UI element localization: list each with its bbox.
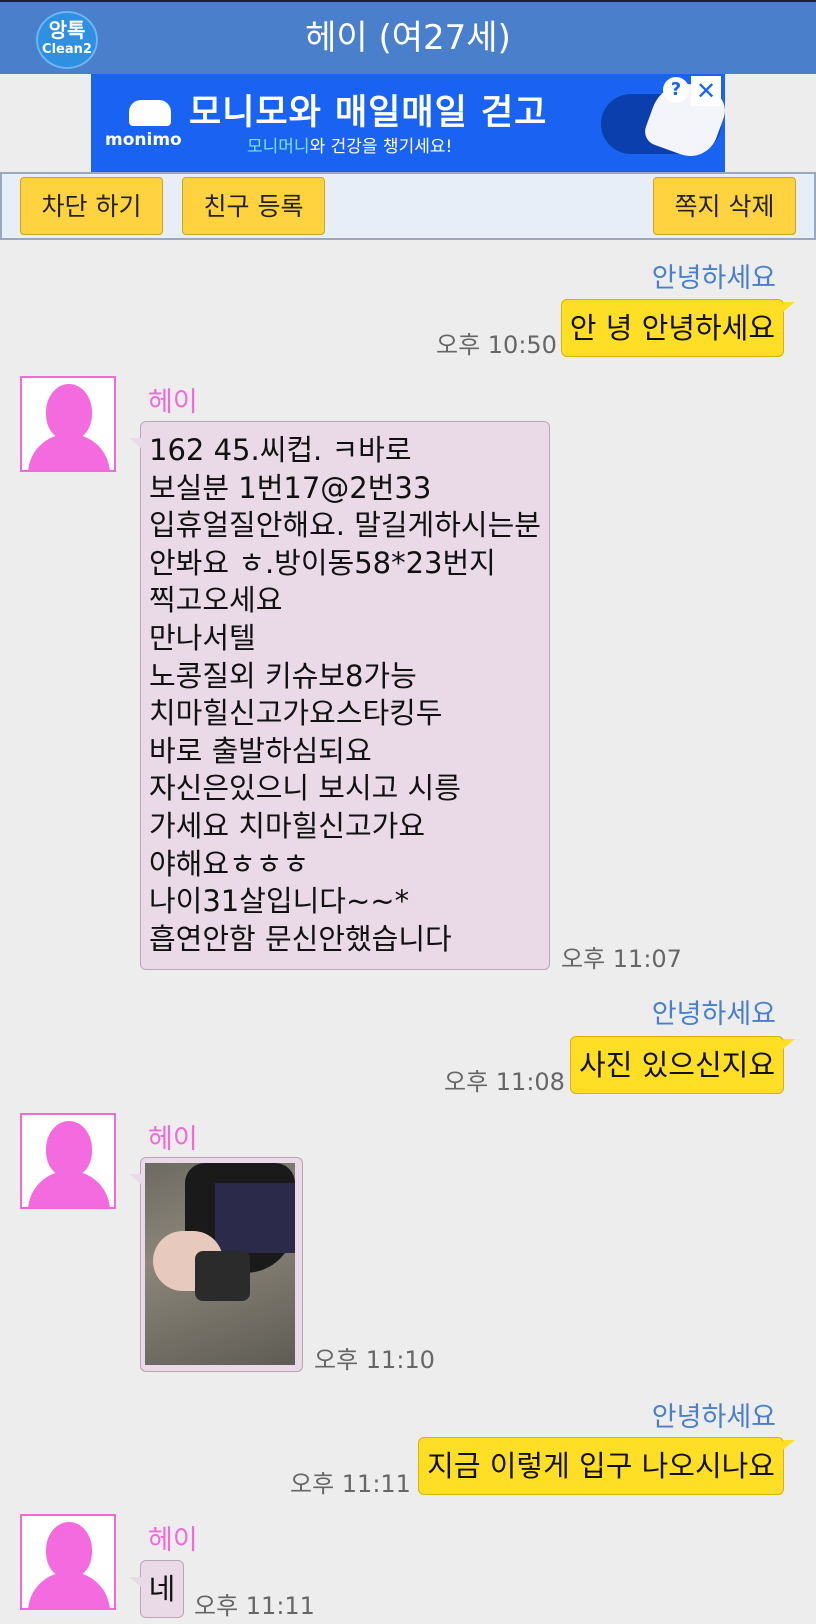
sender-name: 안녕하세요 <box>651 263 776 294</box>
message-line: 나이31살입니다~~* <box>149 884 410 919</box>
message-line: 흡연안함 문신안했습니다 <box>149 921 452 956</box>
ad-brand: monimo <box>105 130 182 150</box>
message-line: 노콩질외 키슈보8가능 <box>149 658 417 693</box>
message-line: 바로 출발하심되요 <box>149 733 372 768</box>
message-bubble-sent[interactable]: 안 녕 안녕하세요 <box>560 299 796 357</box>
message-line: 치마힐신고가요스타킹두 <box>149 696 443 731</box>
add-friend-button[interactable]: 친구 등록 <box>182 177 325 235</box>
ad-banner[interactable]: monimo 모니모와 매일매일 걷고 모니머니와 건강을 챙기세요! ? ✕ <box>91 74 725 172</box>
sender-name: 안녕하세요 <box>651 1402 776 1433</box>
message-line: 입휴얼질안해요. 말길게하시는분 <box>149 508 541 543</box>
message-bubble-sent[interactable]: 사진 있으신지요 <box>570 1036 795 1094</box>
monimo-logo-icon <box>129 100 171 126</box>
avatar[interactable] <box>20 1514 116 1610</box>
message-time: 오후 11:11 <box>194 1592 315 1620</box>
ad-headline: 모니모와 매일매일 걷고 <box>189 93 548 133</box>
message-time: 오후 11:07 <box>561 945 682 973</box>
block-button[interactable]: 차단 하기 <box>20 177 163 235</box>
message-line: 안봐요 ㅎ.방이동58*23번지 <box>149 545 496 580</box>
message-time: 오후 11:10 <box>314 1346 435 1374</box>
sender-name: 헤이 <box>148 1124 198 1155</box>
avatar[interactable] <box>20 376 116 472</box>
message-time: 오후 10:50 <box>436 331 557 359</box>
ad-help-icon[interactable]: ? <box>663 77 689 103</box>
ad-subtext: 모니머니와 건강을 챙기세요! <box>247 132 452 157</box>
message-bubble-sent[interactable]: 지금 이렇게 입구 나오시나요 <box>418 1437 795 1495</box>
message-line: 만나서텔 <box>149 620 256 655</box>
person-icon <box>46 1522 92 1578</box>
person-icon <box>46 384 92 440</box>
avatar[interactable] <box>20 1113 116 1209</box>
message-line: 보실분 1번17@2번33 <box>149 470 432 505</box>
person-icon <box>46 1121 92 1177</box>
message-time: 오후 11:08 <box>444 1068 565 1096</box>
message-bubble-received[interactable]: 네 <box>129 1560 184 1618</box>
delete-message-button[interactable]: 쪽지 삭제 <box>653 177 796 235</box>
message-time: 오후 11:11 <box>290 1470 411 1498</box>
message-toolbar: 차단 하기 친구 등록 쪽지 삭제 <box>0 172 816 240</box>
app-header: 앙톡 Clean2 헤이 (여27세) <box>0 0 816 74</box>
ad-sub-rest: 와 건강을 챙기세요! <box>309 137 453 157</box>
photo-attachment[interactable] <box>145 1163 295 1365</box>
chat-title: 헤이 (여27세) <box>305 18 511 58</box>
ad-close-icon[interactable]: ✕ <box>691 76 721 106</box>
ad-sub-highlight: 모니머니 <box>247 137 310 157</box>
message-bubble-received[interactable]: 162 45.씨컵. ㅋ바로 보실분 1번17@2번33 입휴얼질안해요. 말길… <box>129 421 550 970</box>
message-line: 162 45.씨컵. ㅋ바로 <box>149 433 412 467</box>
sender-name: 헤이 <box>148 1525 198 1556</box>
message-line: 가세요 치마힐신고가요 <box>149 808 426 843</box>
message-line: 자신은있으니 보시고 시릉 <box>149 771 461 806</box>
message-line: 찍고오세요 <box>149 583 283 618</box>
sender-name: 헤이 <box>148 387 198 418</box>
sender-name: 안녕하세요 <box>651 999 776 1030</box>
message-line: 야해요ㅎㅎㅎ <box>149 846 310 881</box>
